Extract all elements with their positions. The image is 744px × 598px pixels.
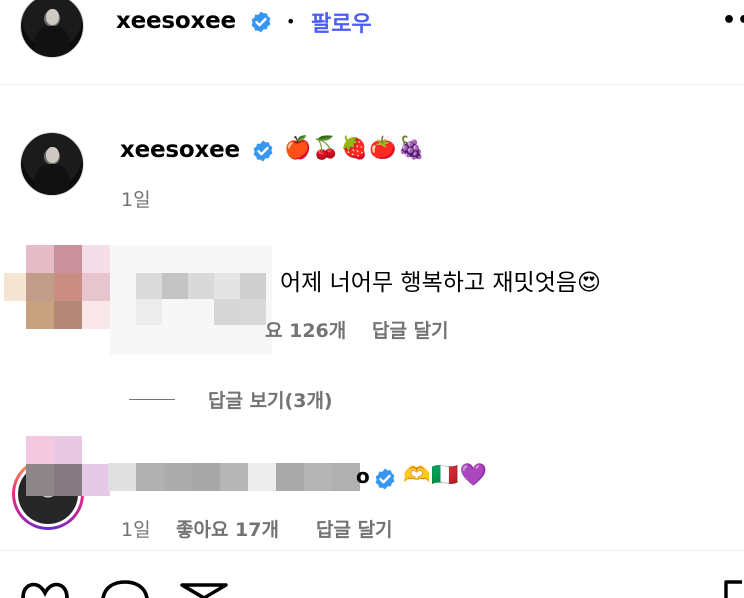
view-replies-line [129, 399, 175, 400]
comment2-time: 1일 [121, 519, 151, 541]
comment1-reply-button[interactable]: 답글 달기 [372, 316, 449, 343]
header-avatar[interactable] [20, 0, 84, 58]
heart-icon[interactable] [20, 578, 70, 598]
header-divider [0, 84, 744, 85]
verified-badge-icon [375, 468, 395, 490]
comment1-text: 어제 너어무 행복하고 재밋엇음😍 [280, 270, 601, 296]
comment2-redacted-avatar [0, 436, 110, 496]
comment-icon[interactable] [100, 580, 150, 598]
verified-badge-icon [251, 11, 271, 33]
header-username[interactable]: xeesoxee [116, 8, 236, 34]
comment2-likes[interactable]: 좋아요 17개 [176, 515, 279, 542]
bookmark-icon[interactable] [722, 580, 744, 598]
comment1-redacted-username [110, 245, 272, 355]
action-bar-divider [0, 550, 744, 551]
caption-emojis: 🍎🍒🍓🍅🍇 [284, 136, 426, 161]
more-options-icon[interactable]: •• [722, 8, 744, 33]
comment1-likes[interactable]: 요 126개 [265, 316, 346, 343]
caption-time: 1일 [121, 189, 151, 211]
paper-plane-icon[interactable] [180, 582, 230, 598]
caption-username[interactable]: xeesoxee [120, 137, 240, 163]
comment2-redacted-username [108, 463, 360, 491]
verified-badge-icon [253, 140, 273, 162]
caption-avatar[interactable] [20, 132, 84, 196]
view-replies-button[interactable]: 답글 보기(3개) [208, 386, 333, 413]
comment1-redacted-avatar [0, 245, 110, 329]
follow-button[interactable]: 팔로우 [311, 6, 372, 38]
comment2-username-tail[interactable]: o [356, 464, 370, 488]
comment2-emojis: 🫶🇮🇹💜 [403, 463, 489, 488]
comment2-reply-button[interactable]: 답글 달기 [316, 515, 393, 542]
header-separator: • [286, 12, 296, 31]
